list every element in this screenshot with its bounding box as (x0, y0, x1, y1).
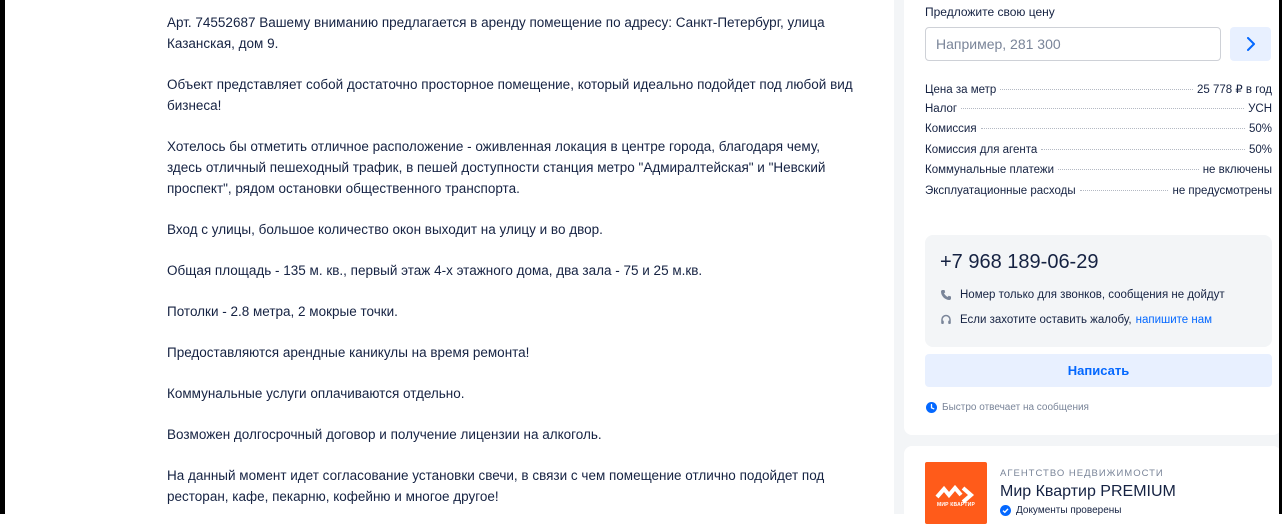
term-value: УСН (1248, 102, 1272, 115)
description-paragraph: Возможен долгосрочный договор и получени… (167, 427, 602, 442)
terms-list: Цена за метр 25 778 ₽ в год Налог УСН Ко… (925, 82, 1272, 205)
listing-description: Арт. 74552687 Вашему вниманию предлагает… (167, 12, 857, 527)
phone-icon (941, 290, 951, 300)
term-row: Коммунальные платежи не включены (925, 164, 1272, 185)
term-value: 50% (1248, 143, 1272, 156)
term-value: 25 778 ₽ в год (1197, 84, 1272, 96)
term-value: не предусмотрены (1172, 184, 1272, 197)
term-leader-dots (1000, 89, 1194, 90)
description-paragraph: Вход с улицы, большое количество окон вы… (167, 222, 603, 237)
description-paragraph: Предоставляются арендные каникулы на вре… (167, 345, 530, 360)
term-label: Комиссия (925, 123, 977, 135)
description-paragraph: Объект представляет собой достаточно про… (167, 77, 853, 113)
complaint-note: Если захотите оставить жалобу, напишите … (940, 314, 1212, 326)
calls-only-text: Номер только для звонков, сообщения не д… (960, 289, 1225, 301)
term-label: Налог (925, 102, 958, 115)
agency-docs-status: Документы проверены (1000, 505, 1121, 516)
term-label: Цена за метр (925, 84, 997, 96)
clock-icon (926, 402, 937, 413)
offer-price-label: Предложите свою цену (925, 5, 1055, 19)
verified-check-icon (1000, 505, 1011, 516)
term-leader-dots (1058, 169, 1199, 170)
term-leader-dots (980, 128, 1245, 129)
term-value: не включены (1202, 164, 1272, 176)
term-label: Коммунальные платежи (925, 164, 1055, 176)
phone-number[interactable]: +7 968 189-06-29 (940, 251, 1098, 274)
fast-reply-text: Быстро отвечает на сообщения (942, 402, 1089, 413)
term-leader-dots (1079, 189, 1169, 191)
description-paragraph: На данный момент идет согласование устан… (167, 468, 825, 504)
complaint-link[interactable]: напишите нам (1136, 314, 1212, 326)
agency-docs-text: Документы проверены (1016, 505, 1122, 516)
agency-logo-text: МИР КВАРТИР (937, 502, 975, 508)
agency-name[interactable]: Мир Квартир PREMIUM (1000, 483, 1176, 501)
description-paragraph: Общая площадь - 135 м. кв., первый этаж … (167, 263, 703, 278)
fast-reply-note: Быстро отвечает на сообщения (926, 402, 1089, 413)
term-label: Комиссия для агента (925, 143, 1038, 156)
offer-submit-button[interactable] (1230, 27, 1271, 61)
term-label: Эксплуатационные расходы (925, 184, 1076, 197)
agency-logo[interactable]: МИР КВАРТИР (925, 462, 987, 524)
headset-icon (941, 314, 951, 324)
description-paragraph: Арт. 74552687 Вашему вниманию предлагает… (167, 15, 825, 51)
calls-only-note: Номер только для звонков, сообщения не д… (940, 289, 1225, 301)
description-paragraph: Потолки - 2.8 метра, 2 мокрые точки. (167, 304, 398, 319)
term-value: 50% (1248, 123, 1272, 135)
term-row: Налог УСН (925, 103, 1272, 124)
description-paragraph: Хотелось бы отметить отличное расположен… (167, 139, 826, 196)
agency-logo-mark (935, 484, 975, 504)
term-row: Цена за метр 25 778 ₽ в год (925, 82, 1272, 103)
term-leader-dots (961, 107, 1245, 109)
term-leader-dots (1041, 148, 1245, 150)
agency-type-label: АГЕНТСТВО НЕДВИЖИМОСТИ (1000, 468, 1164, 479)
window-left-edge (0, 0, 5, 514)
chevron-right-icon (1246, 37, 1255, 51)
write-message-button[interactable]: Написать (925, 354, 1272, 387)
term-row: Комиссия для агента 50% (925, 144, 1272, 165)
description-paragraph: Коммунальные услуги оплачиваются отдельн… (167, 386, 465, 401)
offer-price-input[interactable] (925, 27, 1221, 61)
term-row: Комиссия 50% (925, 123, 1272, 144)
term-row: Эксплуатационные расходы не предусмотрен… (925, 185, 1272, 206)
complaint-text: Если захотите оставить жалобу, (960, 314, 1132, 326)
